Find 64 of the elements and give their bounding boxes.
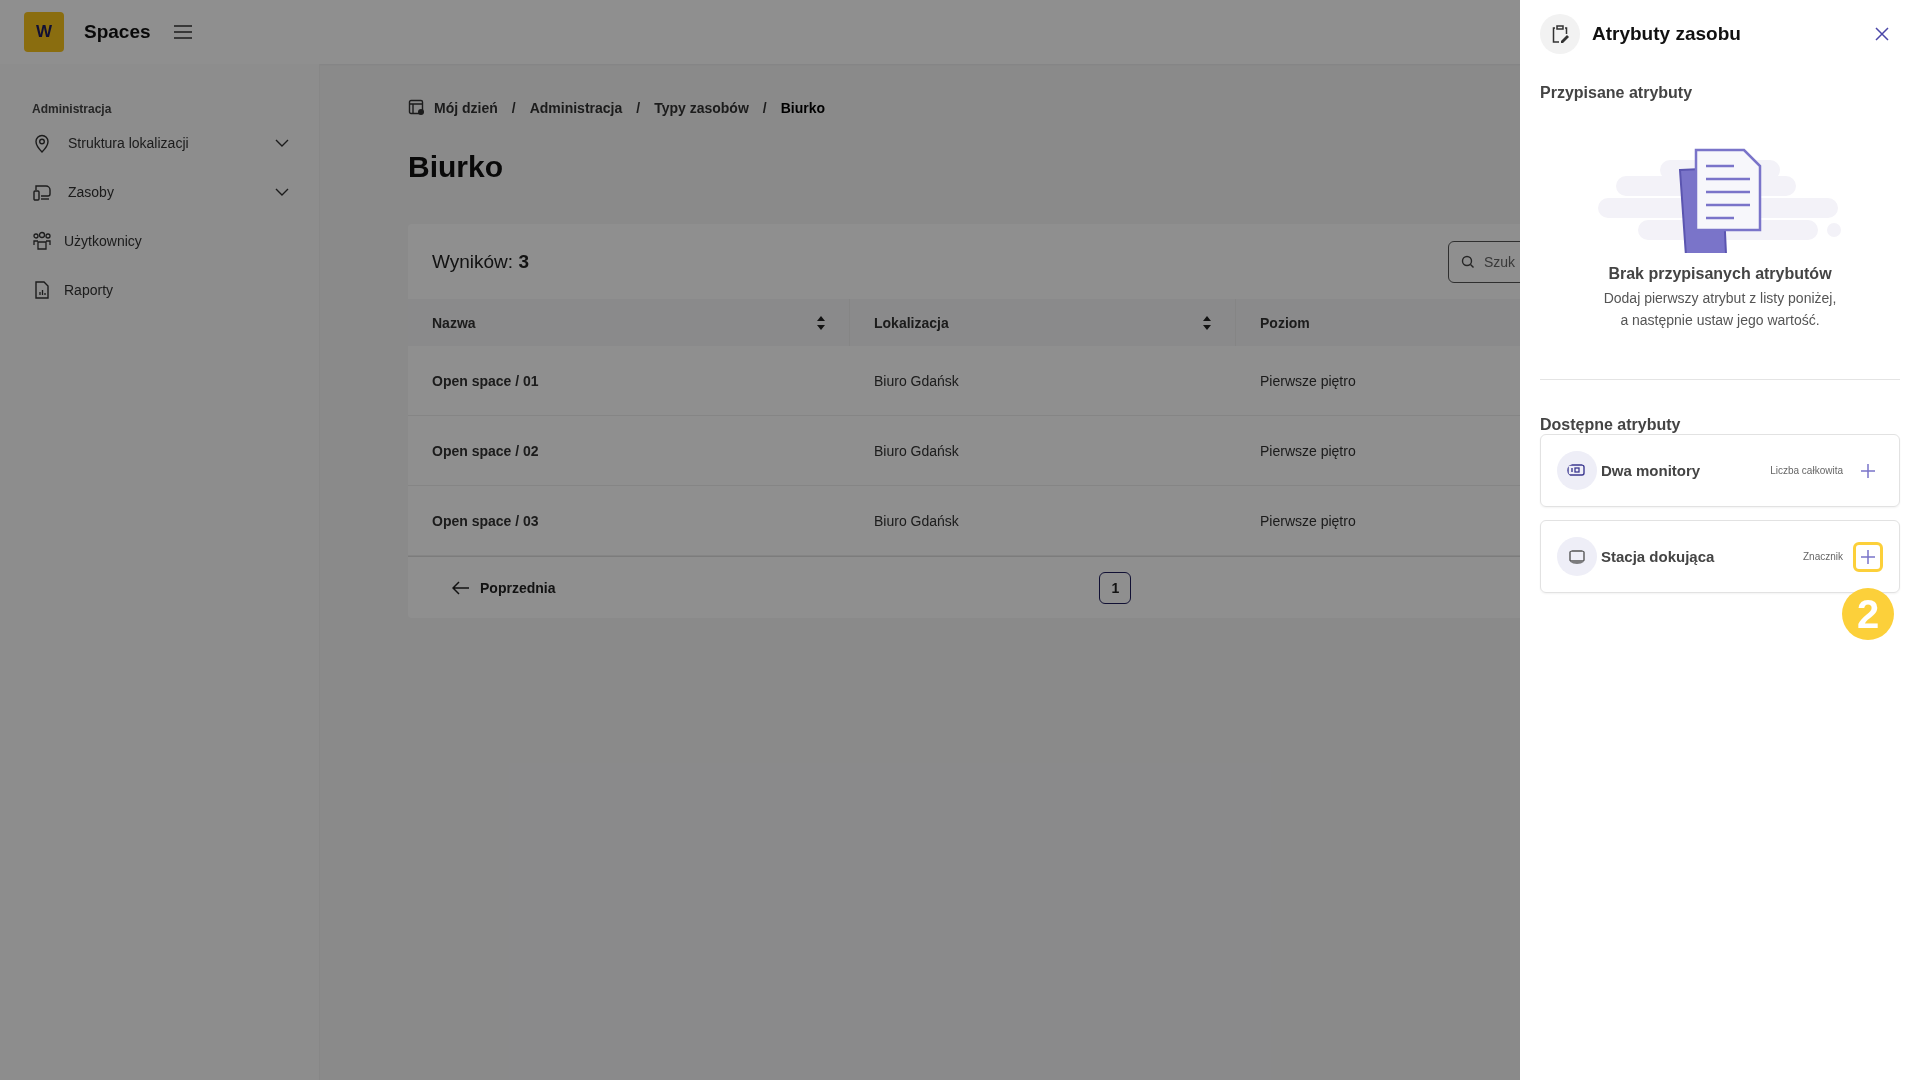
breadcrumb-link[interactable]: Typy zasobów xyxy=(654,100,749,116)
clipboard-edit-icon xyxy=(1540,14,1580,54)
table-row[interactable]: Open space / 01 Biuro Gdańsk Pierwsze piętro xyxy=(408,346,1520,416)
report-icon xyxy=(32,280,52,300)
breadcrumb-separator: / xyxy=(762,100,767,116)
laptop-icon xyxy=(1557,537,1597,576)
breadcrumb-link[interactable]: Administracja xyxy=(529,100,623,116)
monitor-icon xyxy=(1557,451,1597,490)
logo[interactable]: W xyxy=(24,12,64,52)
breadcrumb-link[interactable]: Biurko xyxy=(780,100,826,116)
close-icon[interactable] xyxy=(1874,26,1890,42)
empty-state-text: Dodaj pierwszy atrybut z listy poniżej, a następnie ustaw jego wartość. xyxy=(1603,289,1837,330)
section-heading: Dostępne atrybuty xyxy=(1540,416,1682,434)
sidebar-item[interactable]: Struktura lokalizacji xyxy=(32,132,290,154)
attribute-name: Dwa monitory xyxy=(1601,462,1702,479)
column-header[interactable]: Nazwa xyxy=(408,299,849,346)
breadcrumb-link[interactable]: Mój dzień xyxy=(434,100,498,116)
plus-icon xyxy=(1861,463,1875,478)
plus-icon xyxy=(1861,549,1875,564)
menu-icon[interactable] xyxy=(172,24,193,40)
location-pin-icon xyxy=(32,133,52,153)
sidebar-label: Raporty xyxy=(64,282,115,298)
panel-title: Atrybuty zasobu xyxy=(1592,23,1742,45)
sort-icon xyxy=(1203,315,1211,330)
table-cell-text: Biuro Gdańsk xyxy=(873,372,960,389)
results-count: Wyników: 3 xyxy=(432,250,529,273)
table-cell-text: Pierwsze piętro xyxy=(1259,442,1357,459)
step-badge: 2 xyxy=(1842,588,1894,640)
previous-button[interactable]: Poprzednia xyxy=(448,575,560,600)
section-heading: Przypisane atrybuty xyxy=(1540,84,1694,102)
search-field[interactable]: Szuk xyxy=(1448,240,1520,283)
attribute-type: Znacznik xyxy=(1803,551,1843,562)
search-icon xyxy=(1461,254,1475,269)
table-cell-text: Open space / 01 xyxy=(431,372,540,389)
users-icon xyxy=(32,231,52,251)
table-row[interactable]: Open space / 03 Biuro Gdańsk Pierwsze piętro xyxy=(408,486,1520,556)
sidebar-label: Zasoby xyxy=(68,184,115,200)
empty-state-title: Brak przypisanych atrybutów xyxy=(1608,265,1832,283)
table-cell-text: Open space / 03 xyxy=(431,512,540,529)
table-cell-text: Open space / 02 xyxy=(431,442,540,459)
app-title: Spaces xyxy=(84,21,151,43)
breadcrumb-separator: / xyxy=(511,100,516,116)
page-title: Biurko xyxy=(408,150,503,184)
sidebar-label: Struktura lokalizacji xyxy=(68,135,190,151)
sidebar-item[interactable]: Raporty xyxy=(32,279,290,301)
chair-icon xyxy=(32,182,52,202)
attribute-type: Liczba całkowita xyxy=(1770,465,1843,476)
section-label: Administracja xyxy=(32,102,113,116)
attribute-name: Stacja dokująca xyxy=(1601,548,1716,565)
table-cell-text: Biuro Gdańsk xyxy=(873,512,960,529)
column-header[interactable]: Lokalizacja xyxy=(849,299,1235,346)
page-button[interactable]: 1 xyxy=(1099,571,1132,604)
sort-icon xyxy=(817,315,825,330)
sidebar-item[interactable]: Zasoby xyxy=(32,181,290,203)
sidebar-item[interactable]: Użytkownicy xyxy=(32,230,290,252)
add-button[interactable] xyxy=(1853,541,1883,572)
table-cell-text: Pierwsze piętro xyxy=(1259,372,1357,389)
sidebar-label: Użytkownicy xyxy=(64,233,143,249)
table-cell-text: Pierwsze piętro xyxy=(1259,512,1357,529)
breadcrumb-separator: / xyxy=(636,100,641,116)
calendar-gear-icon xyxy=(408,99,426,117)
table-row[interactable]: Open space / 02 Biuro Gdańsk Pierwsze piętro xyxy=(408,416,1520,486)
table-cell-text: Biuro Gdańsk xyxy=(873,442,960,459)
arrow-left-icon xyxy=(452,580,470,595)
